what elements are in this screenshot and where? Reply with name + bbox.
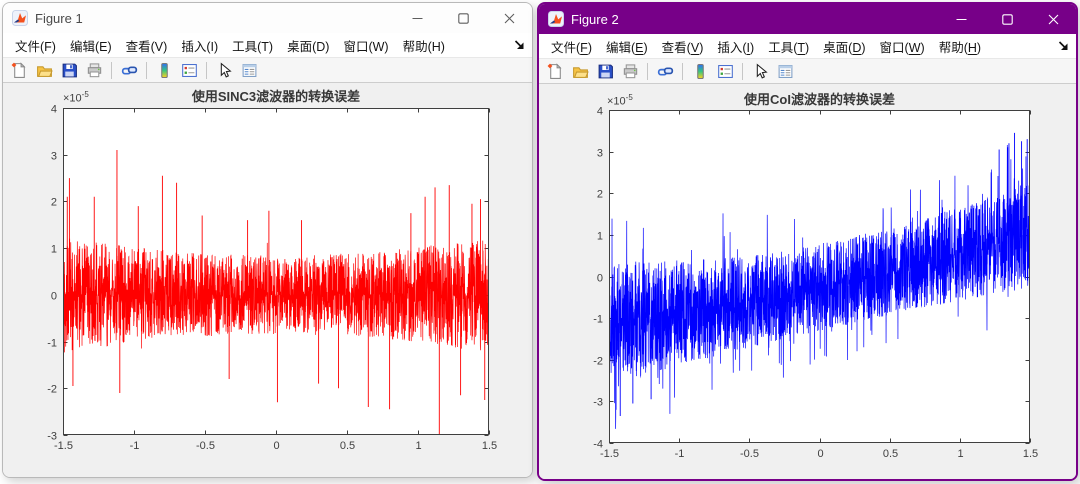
toolbar-separator: [206, 61, 207, 79]
edit-plot-button[interactable]: [213, 60, 235, 81]
menu-item-i[interactable]: 插入(I): [174, 36, 225, 55]
window-title: Figure 2: [571, 11, 619, 27]
maximize-button[interactable]: [440, 3, 486, 33]
menu-item-t[interactable]: 工具(T): [761, 37, 816, 56]
plot-title: 使用CoI滤波器的转换误差: [744, 92, 895, 107]
maximize-button[interactable]: [984, 4, 1030, 34]
print-figure-icon: [622, 63, 639, 80]
figure1-titlebar[interactable]: Figure 1: [3, 3, 532, 33]
link-plot-button[interactable]: [118, 60, 140, 81]
menu-item-f[interactable]: 文件(F): [544, 37, 599, 56]
insert-colorbar-icon: [692, 63, 709, 80]
menu-item-e[interactable]: 编辑(E): [63, 36, 119, 55]
figure1-menubar: 文件(F) 编辑(E) 查看(V) 插入(I) 工具(T) 桌面(D) 窗口(W) 帮助(H): [3, 33, 532, 58]
plot-title: 使用SINC3滤波器的转换误差: [191, 89, 361, 104]
print-figure-button[interactable]: [619, 61, 641, 82]
toolbar-separator: [146, 61, 147, 79]
menu-item-v[interactable]: 查看(V): [655, 37, 711, 56]
save-figure-button[interactable]: [58, 60, 80, 81]
toolbar-separator: [742, 62, 743, 80]
figure1-plot-area: 使用SINC3滤波器的转换误差 ×10-5: [3, 83, 532, 477]
new-figure-icon: [547, 62, 564, 80]
menu-item-f[interactable]: 文件(F): [8, 36, 63, 55]
link-plot-icon: [657, 63, 674, 80]
insert-legend-icon: [717, 63, 734, 80]
figure2-plot-area: 使用CoI滤波器的转换误差 ×10-5: [539, 84, 1076, 479]
property-inspector-icon: [241, 62, 258, 79]
open-file-button[interactable]: [33, 60, 55, 81]
link-plot-button[interactable]: [654, 61, 676, 82]
link-plot-icon: [121, 62, 138, 79]
insert-colorbar-button[interactable]: [153, 60, 175, 81]
insert-legend-button[interactable]: [178, 60, 200, 81]
insert-legend-button[interactable]: [714, 61, 736, 82]
property-inspector-button[interactable]: [238, 60, 260, 81]
matlab-logo-icon: [548, 11, 564, 27]
y-axis-exponent-label: ×10-5: [607, 93, 633, 108]
y-axis-exponent-label: ×10-5: [63, 90, 89, 105]
window-controls: [394, 3, 532, 33]
insert-legend-icon: [181, 62, 198, 79]
matlab-logo-icon: [12, 10, 28, 26]
figure2-window: Figure 2 文件(F) 编辑(E) 查看(V) 插入(I) 工具(T) 桌面(D) 窗…: [537, 2, 1078, 481]
insert-colorbar-button[interactable]: [689, 61, 711, 82]
property-inspector-button[interactable]: [774, 61, 796, 82]
menu-item-i[interactable]: 插入(I): [710, 37, 761, 56]
save-figure-icon: [597, 63, 614, 80]
close-button[interactable]: [486, 3, 532, 33]
print-figure-icon: [86, 62, 103, 79]
toolbar-separator: [111, 61, 112, 79]
menu-item-h[interactable]: 帮助(H): [396, 36, 452, 55]
new-figure-icon: [11, 61, 28, 79]
menu-item-e[interactable]: 编辑(E): [599, 37, 655, 56]
minimize-button[interactable]: [938, 4, 984, 34]
minimize-button[interactable]: [394, 3, 440, 33]
edit-plot-button[interactable]: [749, 61, 771, 82]
window-controls: [938, 4, 1076, 34]
menu-overflow-arrow-icon[interactable]: [513, 38, 526, 51]
menu-overflow-arrow-icon[interactable]: [1057, 39, 1070, 52]
menu-item-d[interactable]: 桌面(D): [280, 36, 336, 55]
menu-item-d[interactable]: 桌面(D): [816, 37, 872, 56]
open-file-icon: [36, 62, 53, 79]
figure1-plot-canvas: [3, 83, 532, 477]
toolbar-separator: [647, 62, 648, 80]
open-file-icon: [572, 63, 589, 80]
menu-item-v[interactable]: 查看(V): [119, 36, 175, 55]
figure1-toolbar: [3, 58, 532, 83]
edit-plot-icon: [216, 61, 233, 79]
print-figure-button[interactable]: [83, 60, 105, 81]
property-inspector-icon: [777, 63, 794, 80]
save-figure-button[interactable]: [594, 61, 616, 82]
menu-item-t[interactable]: 工具(T): [225, 36, 280, 55]
open-file-button[interactable]: [569, 61, 591, 82]
menu-item-h[interactable]: 帮助(H): [932, 37, 988, 56]
window-title: Figure 1: [35, 10, 83, 26]
save-figure-icon: [61, 62, 78, 79]
figure1-window: Figure 1 文件(F) 编辑(E) 查看(V) 插入(I) 工具(T) 桌面(D) 窗…: [2, 2, 533, 478]
toolbar-separator: [682, 62, 683, 80]
new-figure-button[interactable]: [544, 61, 566, 82]
menu-item-w[interactable]: 窗口(W): [336, 36, 395, 55]
insert-colorbar-icon: [156, 62, 173, 79]
new-figure-button[interactable]: [8, 60, 30, 81]
close-button[interactable]: [1030, 4, 1076, 34]
figure2-toolbar: [539, 59, 1076, 84]
figure2-plot-canvas: [539, 84, 1076, 479]
figure2-titlebar[interactable]: Figure 2: [539, 4, 1076, 34]
edit-plot-icon: [752, 62, 769, 80]
menu-item-w[interactable]: 窗口(W): [873, 37, 932, 56]
figure2-menubar: 文件(F) 编辑(E) 查看(V) 插入(I) 工具(T) 桌面(D) 窗口(W) 帮助(H): [539, 34, 1076, 59]
